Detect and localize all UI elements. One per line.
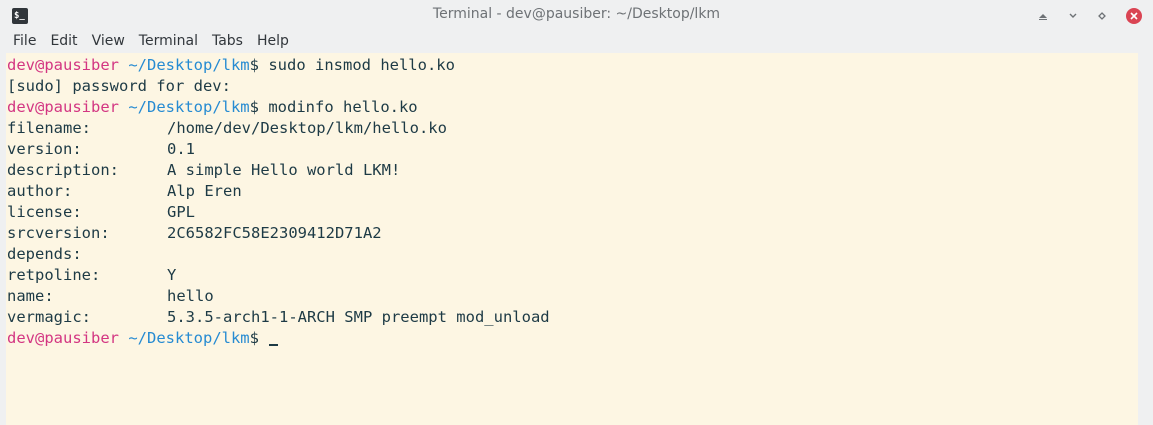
output-key: filename: bbox=[7, 119, 91, 137]
output-key: srcversion: bbox=[7, 224, 110, 242]
output-value: GPL bbox=[167, 203, 195, 221]
output-value: Alp Eren bbox=[167, 182, 242, 200]
prompt-symbol: $ bbox=[249, 98, 259, 116]
prompt-line: dev@pausiber ~/Desktop/lkm$ modinfo hell… bbox=[7, 97, 1138, 118]
sudo-prompt-line: [sudo] password for dev: bbox=[7, 77, 231, 95]
output-line: version: 0.1 bbox=[7, 139, 1138, 160]
output-value: hello bbox=[167, 287, 214, 305]
output-line: name: hello bbox=[7, 286, 1138, 307]
output-key: author: bbox=[7, 182, 73, 200]
keep-above-button[interactable] bbox=[1035, 8, 1051, 24]
title-bar[interactable]: $_ Terminal - dev@pausiber: ~/Desktop/lk… bbox=[0, 0, 1153, 30]
output-line: license: GPL bbox=[7, 202, 1138, 223]
window-title: Terminal - dev@pausiber: ~/Desktop/lkm bbox=[432, 6, 721, 22]
prompt-symbol: $ bbox=[249, 329, 259, 347]
output-key: depends: bbox=[7, 245, 82, 263]
scrollbar[interactable] bbox=[1138, 53, 1153, 425]
close-button[interactable] bbox=[1126, 8, 1142, 24]
output-line: depends: bbox=[7, 244, 1138, 265]
triangle-up-icon bbox=[1039, 14, 1047, 20]
output-line: author: Alp Eren bbox=[7, 181, 1138, 202]
menu-edit[interactable]: Edit bbox=[43, 30, 84, 53]
output-key: description: bbox=[7, 161, 119, 179]
prompt-symbol: $ bbox=[249, 56, 259, 74]
output-value: 2C6582FC58E2309412D71A2 bbox=[167, 224, 382, 242]
output-value: Y bbox=[167, 266, 177, 284]
terminal-output[interactable]: dev@pausiber ~/Desktop/lkm$ sudo insmod … bbox=[6, 53, 1138, 425]
prompt-user-host: dev@pausiber bbox=[7, 56, 119, 74]
output-line: retpoline: Y bbox=[7, 265, 1138, 286]
output-line: srcversion: 2C6582FC58E2309412D71A2 bbox=[7, 223, 1138, 244]
close-icon bbox=[1130, 12, 1138, 20]
menu-bar: File Edit View Terminal Tabs Help bbox=[0, 30, 1153, 53]
output-value: 0.1 bbox=[167, 140, 195, 158]
text-cursor bbox=[269, 344, 279, 346]
output-line: description: A simple Hello world LKM! bbox=[7, 160, 1138, 181]
menu-tabs[interactable]: Tabs bbox=[205, 30, 250, 53]
output-key: retpoline: bbox=[7, 266, 101, 284]
chevron-down-icon bbox=[1069, 13, 1077, 18]
menu-view[interactable]: View bbox=[85, 30, 132, 53]
prompt-line: dev@pausiber ~/Desktop/lkm$ bbox=[7, 328, 1138, 349]
prompt-path: ~/Desktop/lkm bbox=[128, 98, 250, 116]
output-key: name: bbox=[7, 287, 54, 305]
output-key: vermagic: bbox=[7, 308, 91, 326]
output-value: /home/dev/Desktop/lkm/hello.ko bbox=[167, 119, 447, 137]
prompt-user-host: dev@pausiber bbox=[7, 98, 119, 116]
output-key: license: bbox=[7, 203, 82, 221]
output-line: vermagic: 5.3.5-arch1-1-ARCH SMP preempt … bbox=[7, 307, 1138, 328]
command-text: modinfo hello.ko bbox=[259, 98, 418, 116]
menu-terminal[interactable]: Terminal bbox=[132, 30, 205, 53]
diamond-icon bbox=[1098, 12, 1106, 20]
menu-help[interactable]: Help bbox=[250, 30, 296, 53]
menu-file[interactable]: File bbox=[6, 30, 43, 53]
prompt-path: ~/Desktop/lkm bbox=[128, 329, 250, 347]
output-value: A simple Hello world LKM! bbox=[167, 161, 401, 179]
maximize-button[interactable] bbox=[1094, 8, 1110, 24]
output-line: filename: /home/dev/Desktop/lkm/hello.ko bbox=[7, 118, 1138, 139]
prompt-path: ~/Desktop/lkm bbox=[128, 56, 250, 74]
prompt-user-host: dev@pausiber bbox=[7, 329, 119, 347]
output-key: version: bbox=[7, 140, 82, 158]
prompt-line: dev@pausiber ~/Desktop/lkm$ sudo insmod … bbox=[7, 55, 1138, 76]
command-text: sudo insmod hello.ko bbox=[259, 56, 455, 74]
minimize-button[interactable] bbox=[1065, 8, 1081, 24]
output-value: 5.3.5-arch1-1-ARCH SMP preempt mod_unloa… bbox=[167, 308, 550, 326]
